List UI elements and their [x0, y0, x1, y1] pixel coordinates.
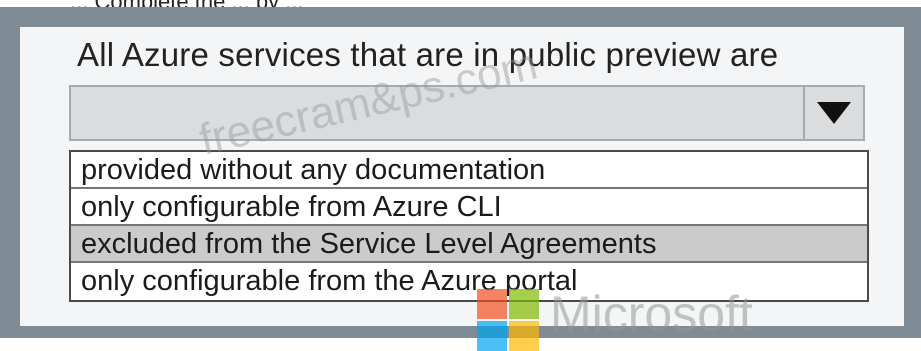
dropdown-option[interactable]: only configurable from Azure CLI	[71, 189, 867, 226]
dropdown-option[interactable]: only configurable from the Azure portal	[71, 263, 867, 300]
question-frame: All Azure services that are in public pr…	[0, 7, 921, 351]
dropdown-toggle-button[interactable]	[803, 87, 863, 139]
answer-dropdown[interactable]	[69, 85, 865, 141]
caret-down-icon	[817, 102, 851, 124]
dropdown-options-list: provided without any documentation only …	[69, 150, 869, 302]
dropdown-option-highlighted[interactable]: excluded from the Service Level Agreemen…	[71, 226, 867, 263]
dropdown-option[interactable]: provided without any documentation	[71, 152, 867, 189]
question-panel: All Azure services that are in public pr…	[20, 27, 904, 351]
question-text: All Azure services that are in public pr…	[77, 36, 779, 73]
